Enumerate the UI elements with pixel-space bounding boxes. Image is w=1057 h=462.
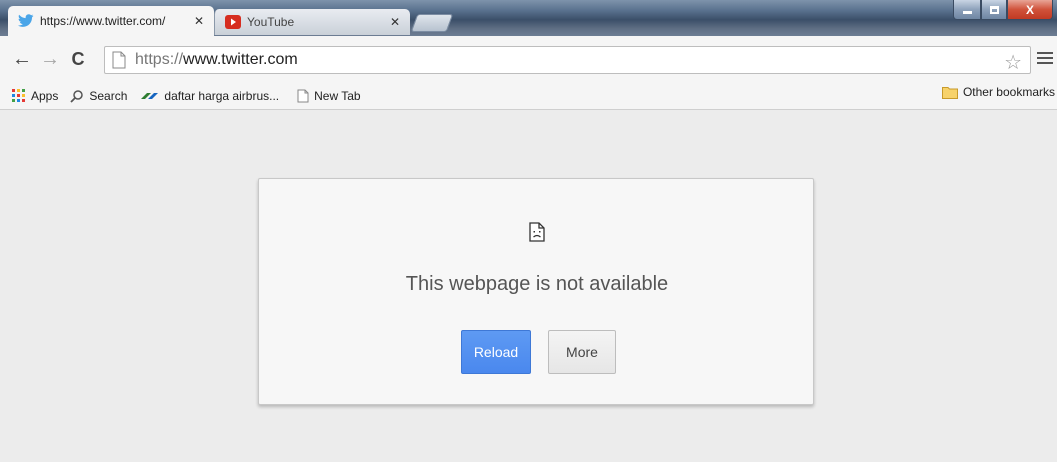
bookmarks-bar: Apps Search daftar harga airbrus... New … — [0, 82, 1057, 110]
close-window-button[interactable]: X — [1007, 0, 1053, 20]
back-button[interactable]: ← — [10, 47, 34, 71]
bookmark-label: daftar harga airbrus... — [164, 88, 280, 103]
tab-twitter[interactable]: https://www.twitter.com/ ✕ — [8, 6, 214, 36]
other-bookmarks[interactable]: Other bookmarks — [941, 85, 1055, 99]
window-controls: X — [953, 0, 1053, 20]
airbrush-favicon — [141, 92, 159, 99]
tab-youtube[interactable]: YouTube ✕ — [214, 9, 410, 35]
error-title: This webpage is not available — [405, 273, 669, 295]
bookmark-label: Search — [89, 88, 128, 103]
reload-page-button[interactable]: Reload — [461, 330, 531, 374]
bookmark-search[interactable]: Search — [70, 85, 127, 107]
reload-icon: C — [71, 48, 85, 69]
bookmark-star-icon[interactable]: ☆ — [1004, 50, 1022, 75]
tab-title: https://www.twitter.com/ — [40, 14, 166, 28]
maximize-button[interactable] — [981, 0, 1007, 20]
toolbar: ← → C https://www.twitter.com ☆ — [0, 36, 1057, 82]
title-bar: https://www.twitter.com/ ✕ YouTube ✕ X — [0, 0, 1057, 36]
minimize-button[interactable] — [953, 0, 981, 20]
apps-grid-icon — [12, 88, 25, 102]
bookmark-new-tab[interactable]: New Tab — [297, 85, 361, 107]
minimize-icon — [962, 11, 972, 14]
url-text: https://www.twitter.com — [135, 51, 298, 68]
menu-icon[interactable] — [1037, 49, 1053, 65]
back-arrow-icon: ← — [12, 47, 32, 70]
folder-icon — [941, 86, 958, 99]
forward-arrow-icon: → — [40, 47, 60, 70]
youtube-icon — [225, 15, 241, 29]
more-button[interactable]: More — [548, 330, 616, 374]
other-bookmarks-label: Other bookmarks — [962, 85, 1055, 99]
sad-page-icon — [529, 222, 545, 242]
forward-button[interactable]: → — [38, 47, 62, 71]
address-bar[interactable]: https://www.twitter.com ☆ — [104, 46, 1031, 74]
bookmark-label: Apps — [31, 88, 59, 103]
page-icon — [297, 89, 309, 102]
new-tab-button[interactable] — [410, 14, 454, 32]
bookmark-label: New Tab — [314, 88, 361, 103]
tab-close-icon[interactable]: ✕ — [388, 15, 402, 29]
page-content: This webpage is not available Reload Mor… — [0, 111, 1057, 462]
search-icon — [70, 89, 84, 103]
reload-button[interactable]: C — [66, 47, 90, 71]
error-card: This webpage is not available Reload Mor… — [258, 178, 814, 405]
page-icon — [112, 51, 126, 69]
tab-title: YouTube — [247, 15, 295, 29]
restore-icon — [989, 5, 999, 14]
bookmark-airbrush[interactable]: daftar harga airbrus... — [139, 85, 279, 107]
close-icon: X — [1025, 2, 1034, 17]
tab-close-icon[interactable]: ✕ — [192, 14, 206, 28]
bookmark-apps[interactable]: Apps — [12, 85, 58, 107]
twitter-bird-icon — [18, 14, 34, 28]
